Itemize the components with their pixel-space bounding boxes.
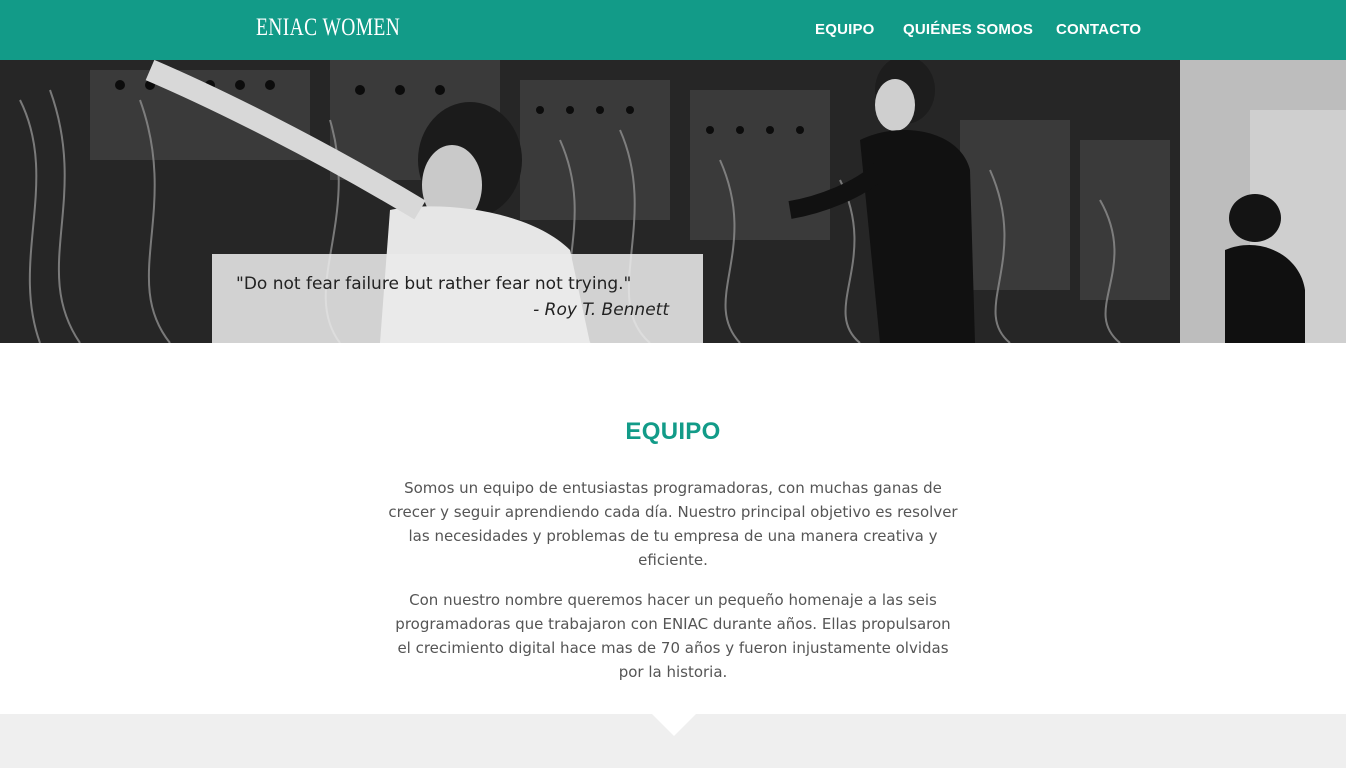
- intro-paragraph: Somos un equipo de entusiastas programad…: [388, 479, 958, 569]
- main-nav: EQUIPO QUIÉNES SOMOS CONTACTO: [0, 21, 1346, 41]
- quote-author: - Roy T. Bennett: [533, 300, 669, 320]
- quote-text: "Do not fear failure but rather fear not…: [236, 274, 632, 294]
- quote-box: "Do not fear failure but rather fear not…: [212, 254, 703, 343]
- nav-link-equipo[interactable]: EQUIPO: [815, 21, 875, 38]
- nav-link-quienes-somos[interactable]: QUIÉNES SOMOS: [903, 21, 1033, 38]
- section-arrow-icon: [652, 714, 696, 736]
- section-title: EQUIPO: [625, 418, 721, 445]
- hero-banner: "Do not fear failure but rather fear not…: [0, 60, 1346, 343]
- nav-link-contacto[interactable]: CONTACTO: [1056, 21, 1141, 38]
- top-navbar: ENIAC WOMEN EQUIPO QUIÉNES SOMOS CONTACT…: [0, 0, 1346, 60]
- tribute-paragraph: Con nuestro nombre queremos hacer un peq…: [395, 591, 951, 681]
